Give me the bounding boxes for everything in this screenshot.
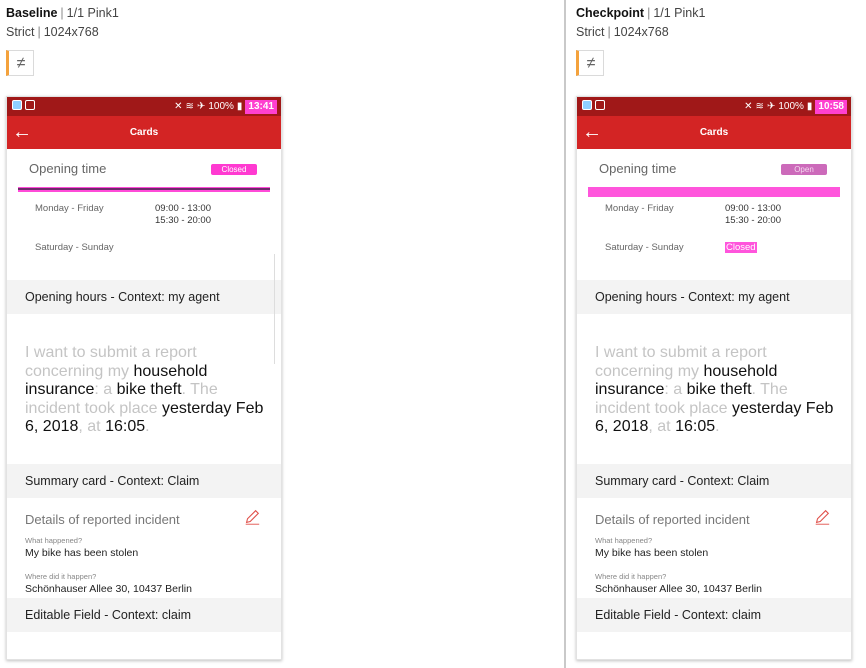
status-bar: ✕ ≋ ✈ 100% ▮ 13:41 <box>7 97 281 116</box>
weekday-hours: 09:00 - 13:00 15:30 - 20:00 <box>155 203 211 226</box>
app-bar: ← Cards <box>7 116 281 149</box>
device-screenshot: ✕ ≋ ✈ 100% ▮ 13:41 ← Cards Opening time … <box>6 96 282 660</box>
status-badge: Open <box>781 164 827 175</box>
wifi-icon: ≋ <box>755 101 764 112</box>
baseline-header: Baseline | 1/1 Pink1 Strict | 1024x768 <box>6 6 119 39</box>
airplane-icon: ✈ <box>196 101 206 112</box>
question-label: Where did it happen? <box>595 572 667 581</box>
section-header: Opening hours - Context: my agent <box>577 280 851 314</box>
notification-icon <box>582 100 592 110</box>
question-label: What happened? <box>595 536 653 545</box>
weekend-label: Saturday - Sunday <box>35 242 114 253</box>
clock: 10:58 <box>815 99 847 114</box>
opening-time-label: Opening time <box>599 161 677 176</box>
app-title: Cards <box>129 127 159 138</box>
image-icon <box>595 100 605 110</box>
question-label: Where did it happen? <box>25 572 97 581</box>
story-card: I want to submit a report concerning my … <box>577 314 851 464</box>
story-text: I want to submit a report concerning my … <box>25 344 264 435</box>
opening-time-label: Opening time <box>29 161 107 176</box>
story-text: I want to submit a report concerning my … <box>595 344 834 435</box>
page-label: 1/1 Pink1 <box>66 6 119 20</box>
column-divider <box>564 0 566 668</box>
not-equal-button[interactable]: ≠ <box>6 50 34 76</box>
section-header: Summary card - Context: Claim <box>7 464 281 498</box>
battery-level: 100% <box>778 101 804 112</box>
checkpoint-column: Checkpoint | 1/1 Pink1 Strict | 1024x768 ≠ ✕… <box>570 0 866 668</box>
pencil-icon[interactable] <box>243 508 261 526</box>
section-header: Editable Field - Context: claim <box>7 598 281 632</box>
opening-time-row: Opening time Open <box>577 149 851 187</box>
wifi-icon: ≋ <box>185 101 194 112</box>
status-bar: ✕ ≋ ✈ 100% ▮ 10:58 <box>577 97 851 116</box>
section-header: Opening hours - Context: my agent <box>7 280 281 314</box>
opening-time-row: Opening time Closed <box>7 149 281 187</box>
mute-icon: ✕ <box>744 101 753 112</box>
column-name: Baseline <box>6 6 58 20</box>
airplane-icon: ✈ <box>766 101 776 112</box>
answer-value: Schönhauser Allee 30, 10437 Berlin <box>595 583 762 595</box>
details-card: Details of reported incident What happen… <box>7 498 281 598</box>
details-title: Details of reported incident <box>25 512 180 527</box>
weekday-label: Monday - Friday <box>605 203 674 214</box>
story-card: I want to submit a report concerning my … <box>7 314 281 464</box>
battery-level: 100% <box>208 101 234 112</box>
pencil-icon[interactable] <box>813 508 831 526</box>
details-card: Details of reported incident What happen… <box>577 498 851 598</box>
status-badge: Closed <box>211 164 257 175</box>
notification-icon <box>12 100 22 110</box>
resolution-label: 1024x768 <box>43 25 99 39</box>
mode-label: Strict <box>576 25 605 39</box>
mute-icon: ✕ <box>174 101 183 112</box>
app-title: Cards <box>699 127 729 138</box>
column-name: Checkpoint <box>576 6 645 20</box>
section-header: Summary card - Context: Claim <box>577 464 851 498</box>
answer-value: Schönhauser Allee 30, 10437 Berlin <box>25 583 192 595</box>
battery-icon: ▮ <box>236 101 243 112</box>
battery-icon: ▮ <box>806 101 813 112</box>
weekday-hours: 09:00 - 13:00 15:30 - 20:00 <box>725 203 781 226</box>
hours-list: Monday - Friday 09:00 - 13:00 15:30 - 20:… <box>577 187 851 259</box>
mode-label: Strict <box>6 25 35 39</box>
details-title: Details of reported incident <box>595 512 750 527</box>
image-icon <box>25 100 35 110</box>
app-bar: ← Cards <box>577 116 851 149</box>
weekday-label: Monday - Friday <box>35 203 104 214</box>
weekend-status: Closed <box>725 242 757 253</box>
resolution-label: 1024x768 <box>613 25 669 39</box>
hours-list: Monday - Friday 09:00 - 13:00 15:30 - 20:… <box>7 187 281 259</box>
clock: 13:41 <box>245 99 277 114</box>
answer-value: My bike has been stolen <box>25 547 139 559</box>
weekend-label: Saturday - Sunday <box>605 242 684 253</box>
answer-value: My bike has been stolen <box>595 547 709 559</box>
section-header: Editable Field - Context: claim <box>577 598 851 632</box>
not-equal-button[interactable]: ≠ <box>576 50 604 76</box>
page-label: 1/1 Pink1 <box>653 6 706 20</box>
device-screenshot: ✕ ≋ ✈ 100% ▮ 10:58 ← Cards Opening time … <box>576 96 852 660</box>
baseline-column: Baseline | 1/1 Pink1 Strict | 1024x768 ≠ ✕ ≋… <box>0 0 560 668</box>
question-label: What happened? <box>25 536 83 545</box>
checkpoint-header: Checkpoint | 1/1 Pink1 Strict | 1024x768 <box>576 6 706 39</box>
scrollbar[interactable] <box>274 254 278 364</box>
